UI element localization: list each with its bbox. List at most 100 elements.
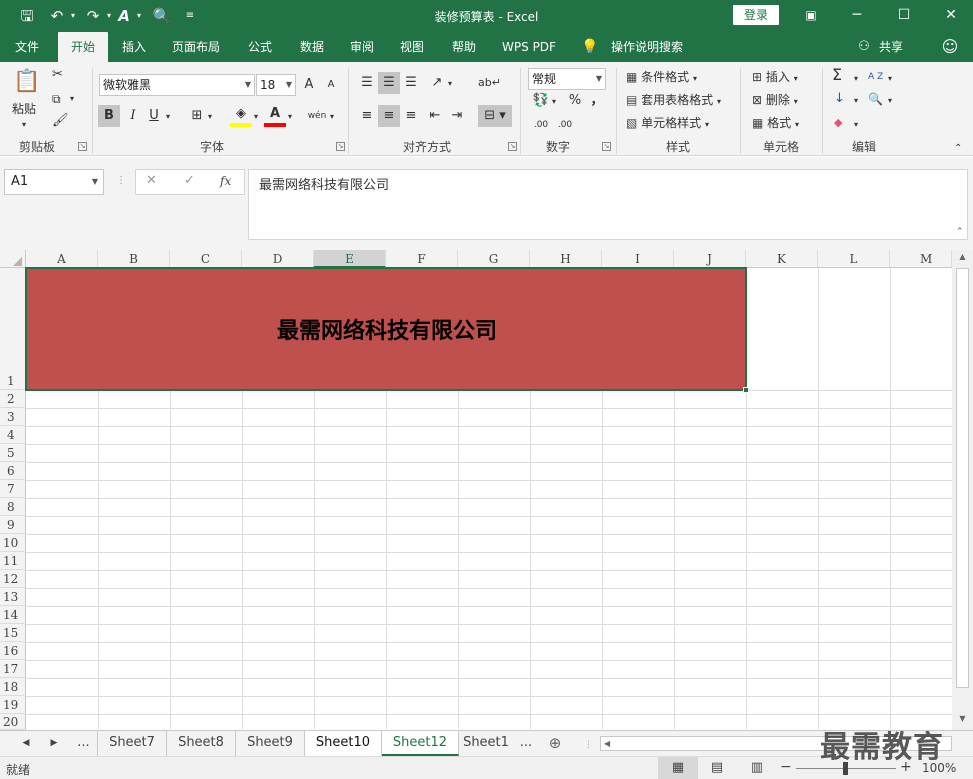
scroll-up-icon[interactable]: ▲	[956, 252, 969, 266]
grow-font-icon[interactable]: A	[298, 74, 320, 96]
tab-home[interactable]: 开始	[58, 32, 108, 62]
ribbon-display-icon[interactable]: ▣	[796, 4, 826, 26]
autosum-dropdown-icon[interactable]: ▾	[854, 70, 858, 88]
autosum-icon[interactable]: Σ	[832, 66, 842, 84]
sheet-tab-sheet1[interactable]: Sheet1	[459, 731, 513, 756]
currency-icon[interactable]: 💱	[530, 90, 552, 112]
scroll-left-icon[interactable]: ◀	[604, 737, 610, 750]
row-header-19[interactable]: 19	[0, 696, 26, 714]
phonetic-dropdown-icon[interactable]: ▾	[330, 108, 334, 126]
share-button[interactable]: 共享	[874, 32, 908, 62]
row-header-10[interactable]: 10	[0, 534, 26, 552]
row-header-14[interactable]: 14	[0, 606, 26, 624]
column-header-i[interactable]: I	[602, 250, 674, 268]
underline-dropdown-icon[interactable]: ▾	[166, 108, 170, 126]
format-as-table-button[interactable]: ▤ 套用表格格式 ▾	[626, 91, 721, 111]
shrink-font-icon[interactable]: A	[320, 74, 342, 96]
wrap-text-icon[interactable]: ab↵	[478, 72, 501, 94]
column-header-a[interactable]: A	[26, 250, 98, 268]
find-select-icon[interactable]: 🔍	[868, 90, 883, 108]
enter-icon[interactable]: ✓	[184, 173, 195, 188]
row-header-20[interactable]: 20	[0, 714, 26, 730]
clipboard-launcher-icon[interactable]: ↘	[78, 142, 87, 151]
column-header-h[interactable]: H	[530, 250, 602, 268]
number-format-select[interactable]: 常规 ▼	[528, 68, 606, 90]
row-header-12[interactable]: 12	[0, 570, 26, 588]
undo-icon[interactable]: ↶	[46, 6, 68, 26]
decrease-decimal-icon[interactable]: .00	[554, 114, 576, 136]
maximize-icon[interactable]: ☐	[889, 4, 919, 26]
cancel-icon[interactable]: ✕	[146, 173, 157, 188]
insert-function-icon[interactable]: fx	[220, 174, 231, 188]
row-header-17[interactable]: 17	[0, 660, 26, 678]
save-icon[interactable]: 🖫	[16, 6, 38, 26]
align-bottom-icon[interactable]: ☰	[400, 72, 422, 94]
close-icon[interactable]: ✕	[936, 4, 966, 26]
increase-indent-icon[interactable]: ⇥	[446, 105, 468, 127]
copy-icon[interactable]: ⧉	[52, 90, 61, 108]
orientation-icon[interactable]: ↗	[426, 72, 448, 94]
sheet-tab-sheet9[interactable]: Sheet9	[236, 731, 305, 756]
alignment-launcher-icon[interactable]: ↘	[508, 142, 517, 151]
tab-split-grip-icon[interactable]: ⋮	[584, 740, 593, 750]
column-header-c[interactable]: C	[170, 250, 242, 268]
tab-help[interactable]: 帮助	[442, 32, 486, 62]
percent-icon[interactable]: %	[564, 90, 586, 112]
fill-color-icon[interactable]: ◈	[230, 105, 252, 127]
clear-icon[interactable]: ◆	[834, 114, 842, 132]
print-preview-icon[interactable]: 🔍	[152, 6, 172, 26]
sort-dropdown-icon[interactable]: ▾	[888, 70, 892, 88]
copy-dropdown-icon[interactable]: ▾	[70, 90, 74, 108]
row-header-15[interactable]: 15	[0, 624, 26, 642]
align-right-icon[interactable]: ≡	[400, 105, 422, 127]
column-header-d[interactable]: D	[242, 250, 314, 268]
tab-review[interactable]: 审阅	[340, 32, 384, 62]
cell-styles-button[interactable]: ▧ 单元格样式 ▾	[626, 114, 709, 134]
merged-cell-a1[interactable]: 最需网络科技有限公司	[26, 268, 746, 390]
undo-dropdown-icon[interactable]: ▾	[68, 6, 78, 26]
sheet-tab-sheet7[interactable]: Sheet7	[98, 731, 167, 756]
italic-button[interactable]: I	[122, 105, 144, 127]
number-launcher-icon[interactable]: ↘	[602, 142, 611, 151]
clipboard-icon[interactable]: 📋	[12, 68, 42, 96]
row-header-2[interactable]: 2	[0, 390, 26, 408]
tab-page-layout[interactable]: 页面布局	[164, 32, 228, 62]
fill-handle[interactable]	[743, 387, 749, 393]
insert-cells-button[interactable]: ⊞ 插入 ▾	[752, 68, 798, 88]
column-header-b[interactable]: B	[98, 250, 170, 268]
column-header-e[interactable]: E	[314, 250, 386, 268]
formula-input[interactable]: 最需网络科技有限公司	[248, 169, 968, 240]
merge-center-icon[interactable]: ⊟ ▾	[478, 105, 512, 127]
row-header-9[interactable]: 9	[0, 516, 26, 534]
sheet-tab-sheet8[interactable]: Sheet8	[167, 731, 236, 756]
fill-color-dropdown-icon[interactable]: ▾	[254, 108, 258, 126]
more-sheets-left[interactable]: ...	[70, 731, 98, 756]
tell-me-search[interactable]: 操作说明搜索	[604, 32, 690, 62]
row-header-6[interactable]: 6	[0, 462, 26, 480]
row-header-13[interactable]: 13	[0, 588, 26, 606]
expand-formula-bar-icon[interactable]: ⌃	[956, 227, 964, 237]
redo-dropdown-icon[interactable]: ▾	[104, 6, 114, 26]
font-color-icon[interactable]: A	[264, 105, 286, 127]
prev-sheet-icon[interactable]: ◀	[14, 731, 38, 756]
find-dropdown-icon[interactable]: ▾	[888, 92, 892, 110]
orientation-dropdown-icon[interactable]: ▾	[448, 75, 452, 93]
font-name-select[interactable]: 微软雅黑 ▼	[99, 74, 255, 96]
sort-filter-icon[interactable]: A Z	[868, 68, 883, 86]
customize-qat-icon[interactable]: ≡	[182, 6, 198, 26]
row-header-16[interactable]: 16	[0, 642, 26, 660]
currency-dropdown-icon[interactable]: ▾	[552, 93, 556, 111]
align-top-icon[interactable]: ☰	[356, 72, 378, 94]
select-all-button[interactable]	[0, 250, 26, 268]
row-header-7[interactable]: 7	[0, 480, 26, 498]
tab-formulas[interactable]: 公式	[238, 32, 282, 62]
delete-cells-button[interactable]: ⊠ 删除 ▾	[752, 91, 798, 111]
name-box[interactable]: A1 ▼	[4, 169, 104, 195]
scroll-thumb[interactable]	[956, 268, 969, 688]
vertical-scrollbar[interactable]: ▲ ▼	[952, 250, 973, 730]
bold-button[interactable]: B	[98, 105, 120, 127]
smiley-icon[interactable]: ☺	[936, 32, 964, 62]
normal-view-icon[interactable]: ▦	[658, 757, 698, 779]
scroll-down-icon[interactable]: ▼	[956, 714, 969, 728]
borders-dropdown-icon[interactable]: ▾	[208, 108, 212, 126]
